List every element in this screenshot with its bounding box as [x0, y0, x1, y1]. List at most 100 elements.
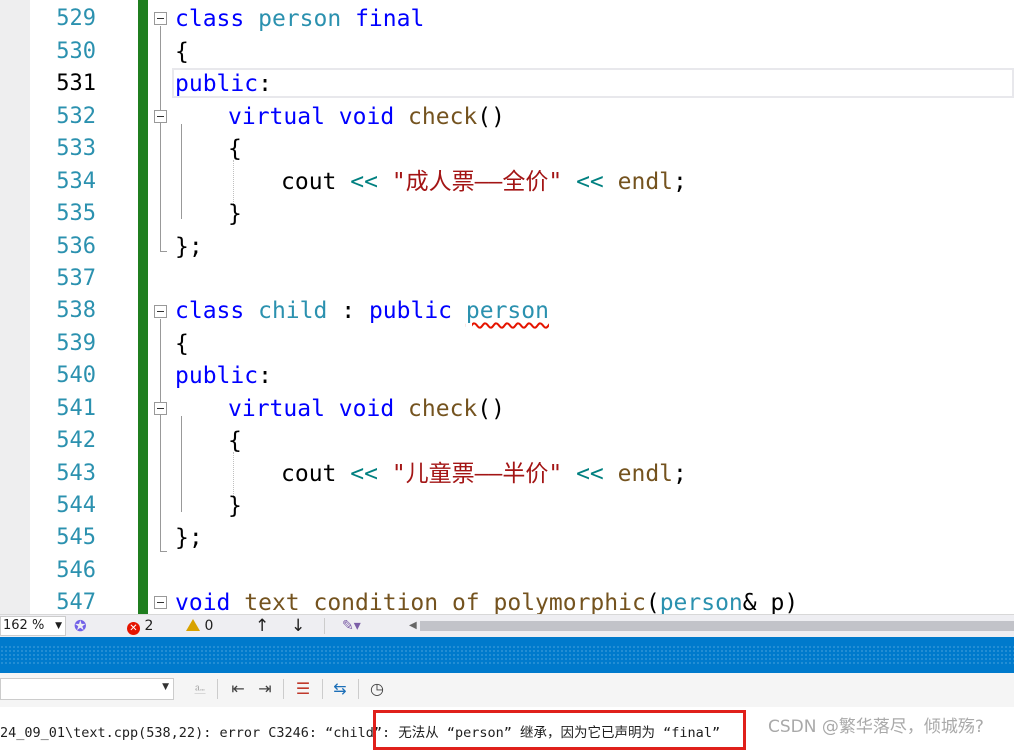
- function-name: text_condition_of_polymorphic: [244, 590, 646, 614]
- brace: }: [228, 493, 242, 519]
- glyph-margin[interactable]: [0, 0, 30, 614]
- punct: ;: [673, 461, 687, 487]
- collapse-check-icon[interactable]: [154, 402, 167, 415]
- punct: :: [341, 298, 356, 324]
- line-number: 536: [56, 234, 96, 259]
- code-line-542[interactable]: {: [228, 425, 242, 457]
- line-number: 535: [56, 201, 96, 226]
- type-name: person: [659, 590, 743, 614]
- code-line-532[interactable]: virtual void check(): [228, 101, 505, 133]
- editor-status-bar: 162 % ▼ ✪ ✕ 2 0 ↑ ↓ ✎▾ ◀: [0, 614, 1014, 637]
- line-number: 545: [56, 525, 96, 550]
- warning-count[interactable]: 0: [186, 617, 213, 635]
- type-name: person: [258, 6, 342, 32]
- operator: <<: [350, 461, 378, 487]
- code-editor[interactable]: 529 530 531 532 533 534 535 536 537 538 …: [0, 0, 1014, 614]
- code-line-534[interactable]: cout << "成人票——全价" << endl;: [281, 166, 687, 198]
- brace: };: [175, 234, 203, 260]
- error-icon: ✕: [127, 622, 140, 635]
- line-number: 540: [56, 363, 96, 388]
- arrow-down-icon[interactable]: ↓: [291, 617, 305, 635]
- line-number: 546: [56, 558, 96, 583]
- arrow-up-icon[interactable]: ↑: [255, 617, 269, 635]
- keyword: void: [338, 396, 395, 422]
- find-icon[interactable]: ⎁: [189, 678, 211, 700]
- line-number: 544: [56, 493, 96, 518]
- collapse-check-icon[interactable]: [154, 110, 167, 123]
- keyword: class: [175, 6, 245, 32]
- keyword: void: [338, 104, 395, 130]
- code-line-540[interactable]: public:: [175, 360, 272, 392]
- punct: :: [258, 71, 272, 97]
- line-number: 547: [56, 590, 96, 614]
- code-line-533[interactable]: {: [228, 133, 242, 165]
- outline-line: [181, 124, 182, 219]
- code-line-547[interactable]: void text_condition_of_polymorphic(perso…: [175, 587, 798, 614]
- output-source-dropdown[interactable]: ▼: [0, 678, 174, 700]
- brace: };: [175, 525, 203, 551]
- collapse-class-person-icon[interactable]: [154, 12, 167, 25]
- operator: <<: [576, 461, 604, 487]
- collapse-class-child-icon[interactable]: [154, 305, 167, 318]
- output-error-location: 24_09_01\text.cpp(538,22): error C3246: …: [0, 725, 383, 741]
- identifier: endl: [617, 169, 674, 195]
- previous-message-icon[interactable]: ⇤: [227, 678, 249, 700]
- divider: [283, 679, 284, 699]
- keyword: virtual: [228, 396, 325, 422]
- error-count[interactable]: ✕ 2: [127, 617, 153, 635]
- code-line-545[interactable]: };: [175, 522, 203, 554]
- code-line-536[interactable]: };: [175, 231, 203, 263]
- line-number: 533: [56, 136, 96, 161]
- operator: <<: [576, 169, 604, 195]
- collapse-function-icon[interactable]: [154, 596, 167, 609]
- outline-line: [160, 26, 161, 251]
- line-number: 542: [56, 428, 96, 453]
- divider: [324, 618, 325, 634]
- identifier: cout: [281, 461, 337, 487]
- horizontal-scrollbar[interactable]: [420, 621, 1014, 631]
- clock-icon[interactable]: ◷: [366, 678, 388, 700]
- error-squiggle-base-class[interactable]: person: [466, 298, 549, 324]
- warning-count-value: 0: [204, 618, 214, 634]
- code-line-543[interactable]: cout << "儿童票——半价" << endl;: [281, 458, 687, 490]
- line-number: 541: [56, 396, 96, 421]
- punct: :: [258, 363, 272, 389]
- keyword: public: [175, 363, 259, 389]
- wrap-icon[interactable]: ⇆: [329, 678, 351, 700]
- code-line-539[interactable]: {: [175, 328, 189, 360]
- outline-line: [160, 319, 161, 551]
- parameter: p: [770, 590, 785, 614]
- output-pane[interactable]: 24_09_01\text.cpp(538,22): error C3246: …: [0, 707, 1014, 750]
- line-number: 529: [56, 6, 96, 31]
- divider: [217, 679, 218, 699]
- line-number: 543: [56, 461, 96, 486]
- next-message-icon[interactable]: ⇥: [254, 678, 276, 700]
- operator: <<: [350, 169, 378, 195]
- current-line-highlight: [172, 68, 1014, 98]
- code-line-544[interactable]: }: [228, 490, 242, 522]
- code-line-530[interactable]: {: [175, 36, 189, 68]
- chevron-down-icon: ▼: [55, 621, 62, 631]
- code-line-541[interactable]: virtual void check(): [228, 393, 505, 425]
- line-number-current: 531: [56, 71, 96, 96]
- zoom-level-dropdown[interactable]: 162 % ▼: [0, 616, 66, 636]
- zoom-value: 162 %: [3, 618, 45, 633]
- code-line-531[interactable]: public:: [175, 68, 272, 100]
- health-icon[interactable]: ✪: [74, 617, 87, 635]
- keyword: public: [368, 298, 453, 324]
- code-line-529[interactable]: class person final: [175, 3, 424, 35]
- identifier: endl: [617, 461, 674, 487]
- code-line-535[interactable]: }: [228, 198, 242, 230]
- code-line-538[interactable]: class child : public person: [175, 295, 549, 327]
- scroll-left-icon[interactable]: ◀: [409, 617, 417, 635]
- clear-icon[interactable]: ☰: [292, 678, 314, 700]
- divider: [358, 679, 359, 699]
- error-count-value: 2: [144, 618, 154, 634]
- divider: [322, 679, 323, 699]
- line-number: 538: [56, 298, 96, 323]
- identifier: cout: [281, 169, 337, 195]
- cleanup-icon[interactable]: ✎▾: [342, 617, 361, 635]
- outline-end: [160, 251, 167, 252]
- keyword: void: [175, 590, 231, 614]
- punct: ): [784, 590, 799, 614]
